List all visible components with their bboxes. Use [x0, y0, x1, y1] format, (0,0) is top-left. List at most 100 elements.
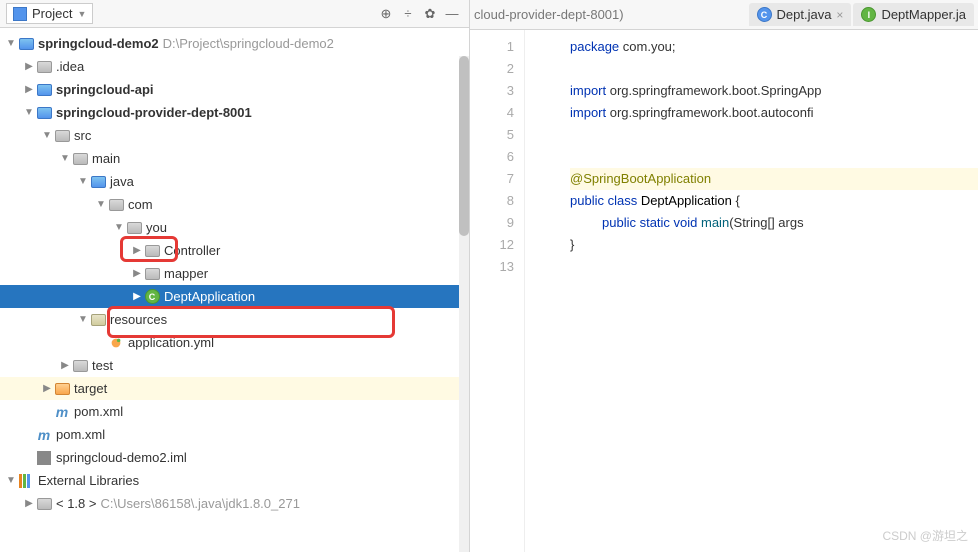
collapse-icon[interactable]: ÷: [397, 3, 419, 25]
file-label: pom.xml: [56, 427, 105, 442]
tree-row[interactable]: ▼ you: [0, 216, 469, 239]
target-folder-icon: [55, 383, 70, 395]
libraries-label: External Libraries: [38, 473, 139, 488]
jdk-label: < 1.8 >: [56, 496, 96, 511]
tree-row[interactable]: ▼ com: [0, 193, 469, 216]
class-icon: C: [757, 7, 772, 22]
chevron-right-icon: ▶: [130, 245, 144, 256]
chevron-right-icon: ▶: [58, 360, 72, 371]
watermark: CSDN @游坦之: [882, 527, 968, 544]
chevron-right-icon: ▶: [22, 84, 36, 95]
chevron-down-icon: ▼: [4, 475, 18, 486]
source-folder-icon: [91, 176, 106, 188]
line-number: 3: [470, 80, 524, 102]
module-icon: [37, 84, 52, 96]
tree-row[interactable]: ▶ mapper: [0, 262, 469, 285]
line-number: 13: [470, 256, 524, 278]
tree-row[interactable]: ▶ .idea: [0, 55, 469, 78]
folder-label: target: [74, 381, 107, 396]
root-path: D:\Project\springcloud-demo2: [163, 36, 334, 51]
tree-row[interactable]: ▶ springcloud-api: [0, 78, 469, 101]
line-number: 1: [470, 36, 524, 58]
folder-label: resources: [110, 312, 167, 327]
tree-row[interactable]: ▼ External Libraries: [0, 469, 469, 492]
tree-row[interactable]: ▶ test: [0, 354, 469, 377]
tree-row[interactable]: ▼ src: [0, 124, 469, 147]
code-area[interactable]: package com.you; import org.springframew…: [525, 30, 978, 552]
line-number: 4: [470, 102, 524, 124]
tree-row-selected[interactable]: ▶ C DeptApplication: [0, 285, 469, 308]
tree-row[interactable]: ▼ main: [0, 147, 469, 170]
gear-icon[interactable]: ✿: [419, 3, 441, 25]
editor-tabs: cloud-provider-dept-8001) C Dept.java × …: [470, 0, 978, 30]
tab-label: DeptMapper.ja: [881, 7, 966, 22]
scrollbar-thumb[interactable]: [459, 56, 469, 236]
tree-row[interactable]: m pom.xml: [0, 423, 469, 446]
locate-icon[interactable]: ⊕: [375, 3, 397, 25]
folder-icon: [55, 130, 70, 142]
line-number: 7: [470, 168, 524, 190]
line-number: 6: [470, 146, 524, 168]
line-number: 9: [470, 212, 524, 234]
tree-row[interactable]: springcloud-demo2.iml: [0, 446, 469, 469]
line-number: 2: [470, 58, 524, 80]
project-title: Project: [32, 6, 72, 21]
tree-row[interactable]: application.yml: [0, 331, 469, 354]
folder-label: com: [128, 197, 153, 212]
scrollbar[interactable]: [459, 56, 469, 552]
jdk-icon: [37, 498, 52, 510]
file-label: springcloud-demo2.iml: [56, 450, 187, 465]
tab-dept[interactable]: C Dept.java ×: [749, 3, 852, 26]
line-number: 5: [470, 124, 524, 146]
chevron-right-icon: ▶: [22, 498, 36, 509]
hide-icon[interactable]: —: [441, 3, 463, 25]
folder-label: you: [146, 220, 167, 235]
folder-label: mapper: [164, 266, 208, 281]
dropdown-arrow-icon: ▼: [77, 9, 86, 19]
tree-root[interactable]: ▼ springcloud-demo2 D:\Project\springclo…: [0, 32, 469, 55]
jdk-path: C:\Users\86158\.java\jdk1.8.0_271: [100, 496, 299, 511]
folder-icon: [73, 153, 88, 165]
library-icon: [19, 474, 33, 488]
tree-row[interactable]: ▶ < 1.8 > C:\Users\86158\.java\jdk1.8.0_…: [0, 492, 469, 515]
package-icon: [145, 245, 160, 257]
gutter: 1 2 3 4 5 6 7 8 9 12 13: [470, 30, 525, 552]
tree-row[interactable]: ▼ java: [0, 170, 469, 193]
chevron-right-icon: ▶: [22, 61, 36, 72]
root-name: springcloud-demo2: [38, 36, 159, 51]
module-icon: [19, 38, 34, 50]
chevron-down-icon: ▼: [76, 314, 90, 325]
tree-row[interactable]: ▶ Controller: [0, 239, 469, 262]
close-icon[interactable]: ×: [836, 8, 843, 22]
module-label: springcloud-api: [56, 82, 154, 97]
chevron-right-icon: ▶: [130, 268, 144, 279]
folder-label: src: [74, 128, 91, 143]
chevron-down-icon: ▼: [40, 130, 54, 141]
chevron-down-icon: ▼: [22, 107, 36, 118]
module-icon: [37, 107, 52, 119]
tree-row[interactable]: ▼ resources: [0, 308, 469, 331]
maven-icon: m: [54, 404, 70, 420]
interface-icon: I: [861, 7, 876, 22]
line-number: 12: [470, 234, 524, 256]
project-view-selector[interactable]: Project ▼: [6, 3, 93, 24]
folder-label: Controller: [164, 243, 220, 258]
chevron-right-icon: ▶: [40, 383, 54, 394]
chevron-down-icon: ▼: [94, 199, 108, 210]
maven-icon: m: [36, 427, 52, 443]
file-label: application.yml: [128, 335, 214, 350]
chevron-down-icon: ▼: [112, 222, 126, 233]
tree-row[interactable]: ▼ springcloud-provider-dept-8001: [0, 101, 469, 124]
tab-deptmapper[interactable]: I DeptMapper.ja: [853, 3, 974, 26]
folder-icon: [73, 360, 88, 372]
code-editor[interactable]: 1 2 3 4 5 6 7 8 9 12 13 package com.you;…: [470, 30, 978, 552]
project-icon: [13, 7, 27, 21]
line-number: 8: [470, 190, 524, 212]
tree-row[interactable]: m pom.xml: [0, 400, 469, 423]
package-icon: [127, 222, 142, 234]
resources-folder-icon: [91, 314, 106, 326]
folder-label: test: [92, 358, 113, 373]
yml-icon: [109, 336, 123, 350]
tree-row[interactable]: ▶ target: [0, 377, 469, 400]
chevron-right-icon: ▶: [130, 291, 144, 302]
